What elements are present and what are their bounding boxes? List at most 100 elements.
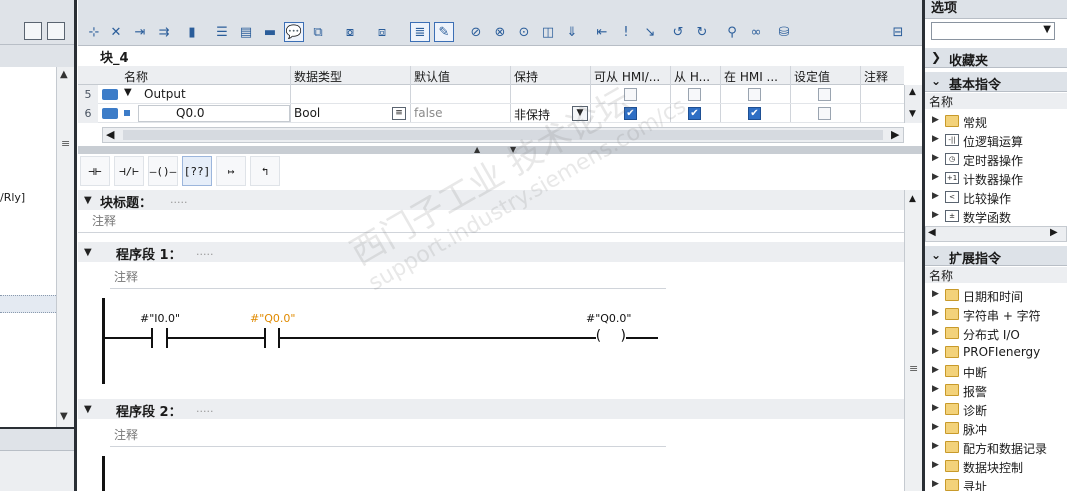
hmi-access-checkbox[interactable]: ✔ [624,107,637,120]
expand-arrow-icon[interactable]: ▶ [932,308,939,318]
list-view-icon[interactable]: ≣ [410,22,430,42]
column-setpoint[interactable]: 设定值 [794,68,830,85]
contact-1-left-bar[interactable] [151,328,153,348]
tree-item-counters[interactable]: ▶ +1 计数器操作 [925,169,1067,188]
block-title-value[interactable]: ..... [170,193,187,206]
row-datatype[interactable]: Bool [294,106,320,120]
collapse-arrow-icon[interactable]: ▼ [84,404,92,415]
tree-selected-row[interactable] [0,295,56,313]
highlight-icon[interactable]: ✎ [434,22,454,42]
snapshot-icon[interactable]: ◫ [538,22,558,42]
column-datatype[interactable]: 数据类型 [294,68,342,85]
open-all-networks-icon[interactable]: ☰ [212,22,232,42]
open-branch-icon[interactable]: ↦ [216,156,246,186]
network-2-band[interactable]: ▼ 程序段 2： ..... [78,399,904,420]
scroll-left-icon[interactable]: ◀ [106,128,114,141]
tree-item-alarms[interactable]: ▶ 报警 [925,381,1067,400]
editor-vertical-scrollbar[interactable]: ▲ ≡ [904,190,922,491]
row-name[interactable]: Q0.0 [176,106,205,120]
interface-horizontal-scrollbar[interactable]: ◀ ▶ [102,127,904,143]
close-branch-icon[interactable]: ↰ [250,156,280,186]
hmi-visible-checkbox[interactable]: ✔ [688,107,701,120]
favorites-title[interactable]: 收藏夹 [949,50,988,69]
datatype-picker-icon[interactable]: ≡ [392,107,406,120]
close-all-networks-icon[interactable]: ▤ [236,22,256,42]
tree-item-db-control[interactable]: ▶ 数据块控制 [925,457,1067,476]
project-tree-list[interactable]: /Rly] [0,67,56,427]
expand-arrow-icon[interactable]: ▶ [932,384,939,394]
program-editor[interactable]: ▼ 块标题： ..... 注释 ▼ 程序段 1： ..... 注释 #"I0.0… [78,190,904,491]
expand-arrow-icon[interactable]: ▶ [932,422,939,432]
tag-info-icon[interactable]: ⧇ [340,22,360,42]
call-hierarchy-icon[interactable]: ⇤ [592,22,612,42]
tree-item-date-time[interactable]: ▶ 日期和时间 [925,286,1067,305]
glasses-icon[interactable]: ∞ [746,22,766,42]
favorites-bar-icon[interactable]: ▬ [260,22,280,42]
tree-item-timers[interactable]: ▶ ◷ 定时器操作 [925,150,1067,169]
expand-arrow-icon[interactable]: ▶ [932,289,939,299]
extended-instructions-header[interactable]: ⌄ 扩展指令 [925,246,1067,267]
network-1-band[interactable]: ▼ 程序段 1： ..... [78,242,904,263]
scroll-thumb[interactable] [123,130,883,140]
block-title-band[interactable]: ▼ 块标题： ..... [78,190,904,211]
add-row-icon[interactable]: ⇉ [154,22,174,42]
coil-operand[interactable]: #"Q0.0" [586,312,632,325]
expand-arrow-icon[interactable]: ▶ [932,153,939,163]
tree-item-recipe[interactable]: ▶ 配方和数据记录 [925,438,1067,457]
scroll-up-icon[interactable]: ▲ [909,87,916,97]
collapse-arrow-icon[interactable]: ▼ [84,195,92,206]
reset-start-icon[interactable]: ▮ [182,22,202,42]
nc-contact-icon[interactable]: ⊣/⊢ [114,156,144,186]
tree-item-comparator[interactable]: ▶ < 比较操作 [925,188,1067,207]
download-icon[interactable]: ⇓ [562,22,582,42]
basic-instructions-header[interactable]: ⌄ 基本指令 [925,72,1067,93]
no-contact-icon[interactable]: ⊣⊢ [80,156,110,186]
basic-horizontal-scrollbar[interactable]: ◀ ▶ [925,226,1067,242]
scroll-right-icon[interactable]: ▶ [1050,227,1058,238]
basic-instructions-title[interactable]: 基本指令 [949,74,1001,93]
column-name[interactable]: 名称 [124,68,148,85]
tree-item-profienergy[interactable]: ▶ PROFIenergy [925,343,1067,362]
expand-arrow-icon[interactable]: ▶ [932,115,939,125]
coil-symbol[interactable]: ( ) [594,328,628,344]
expand-chevron-icon[interactable]: ❯ [931,50,941,64]
expand-arrow-icon[interactable]: ▶ [932,441,939,451]
scroll-up-icon[interactable]: ▲ [60,69,68,80]
tree-item-string[interactable]: ▶ 字符串 + 字符 [925,305,1067,324]
interface-splitter[interactable]: ▲ ▼ [78,145,922,154]
column-comment[interactable]: 注释 [864,68,888,85]
extended-instructions-title[interactable]: 扩展指令 [949,248,1001,267]
network-1-comment[interactable]: 注释 [114,268,138,285]
network-2-dots[interactable]: ..... [196,402,213,415]
column-hmi-access[interactable]: 可从 HMI/... [594,68,666,85]
row-retain[interactable]: 非保持 [514,106,550,123]
table-row[interactable]: 6 Q0.0 Bool ≡ false 非保持 ▼ ✔ ✔ ✔ [78,104,904,123]
force-icon[interactable]: ⚲ [722,22,742,42]
comment-toggle-icon[interactable]: 💬 [284,22,304,42]
network-2-comment[interactable]: 注释 [114,426,138,443]
monitor-on-icon[interactable]: ↺ [668,22,688,42]
empty-box-icon[interactable]: [??] [182,156,212,186]
network-info-icon[interactable]: ⧈ [372,22,392,42]
table-row[interactable]: 5 ▼ Output [78,85,904,104]
retain-dropdown-icon[interactable]: ▼ [572,106,588,121]
next-error-icon[interactable]: ⊗ [490,22,510,42]
overview-icon[interactable] [47,22,65,40]
contact-1-operand[interactable]: #"I0.0" [140,312,180,325]
tree-item-bit-logic[interactable]: ▶ -|| 位逻辑运算 [925,131,1067,150]
expand-arrow-icon[interactable]: ▶ [932,327,939,337]
tag-name-input[interactable] [138,105,290,122]
contact-2-operand[interactable]: #"Q0.0" [250,312,296,325]
favorites-header[interactable]: ❯ 收藏夹 [925,48,1067,69]
scroll-right-icon[interactable]: ▶ [891,128,899,141]
options-search-input[interactable]: ▼ [931,22,1055,40]
hmi-setpoint-checkbox[interactable] [748,88,761,101]
expand-arrow-icon[interactable]: ▶ [932,346,939,356]
expand-arrow-icon[interactable]: ▶ [932,403,939,413]
setpoint-checkbox[interactable] [818,107,831,120]
expand-arrow-icon[interactable]: ▶ [932,365,939,375]
network-1-dots[interactable]: ..... [196,245,213,258]
collapse-arrow-icon[interactable]: ▼ [84,247,92,258]
window-layout-icon[interactable]: ⊟ [888,22,908,42]
collapse-chevron-icon[interactable]: ⌄ [931,74,941,88]
